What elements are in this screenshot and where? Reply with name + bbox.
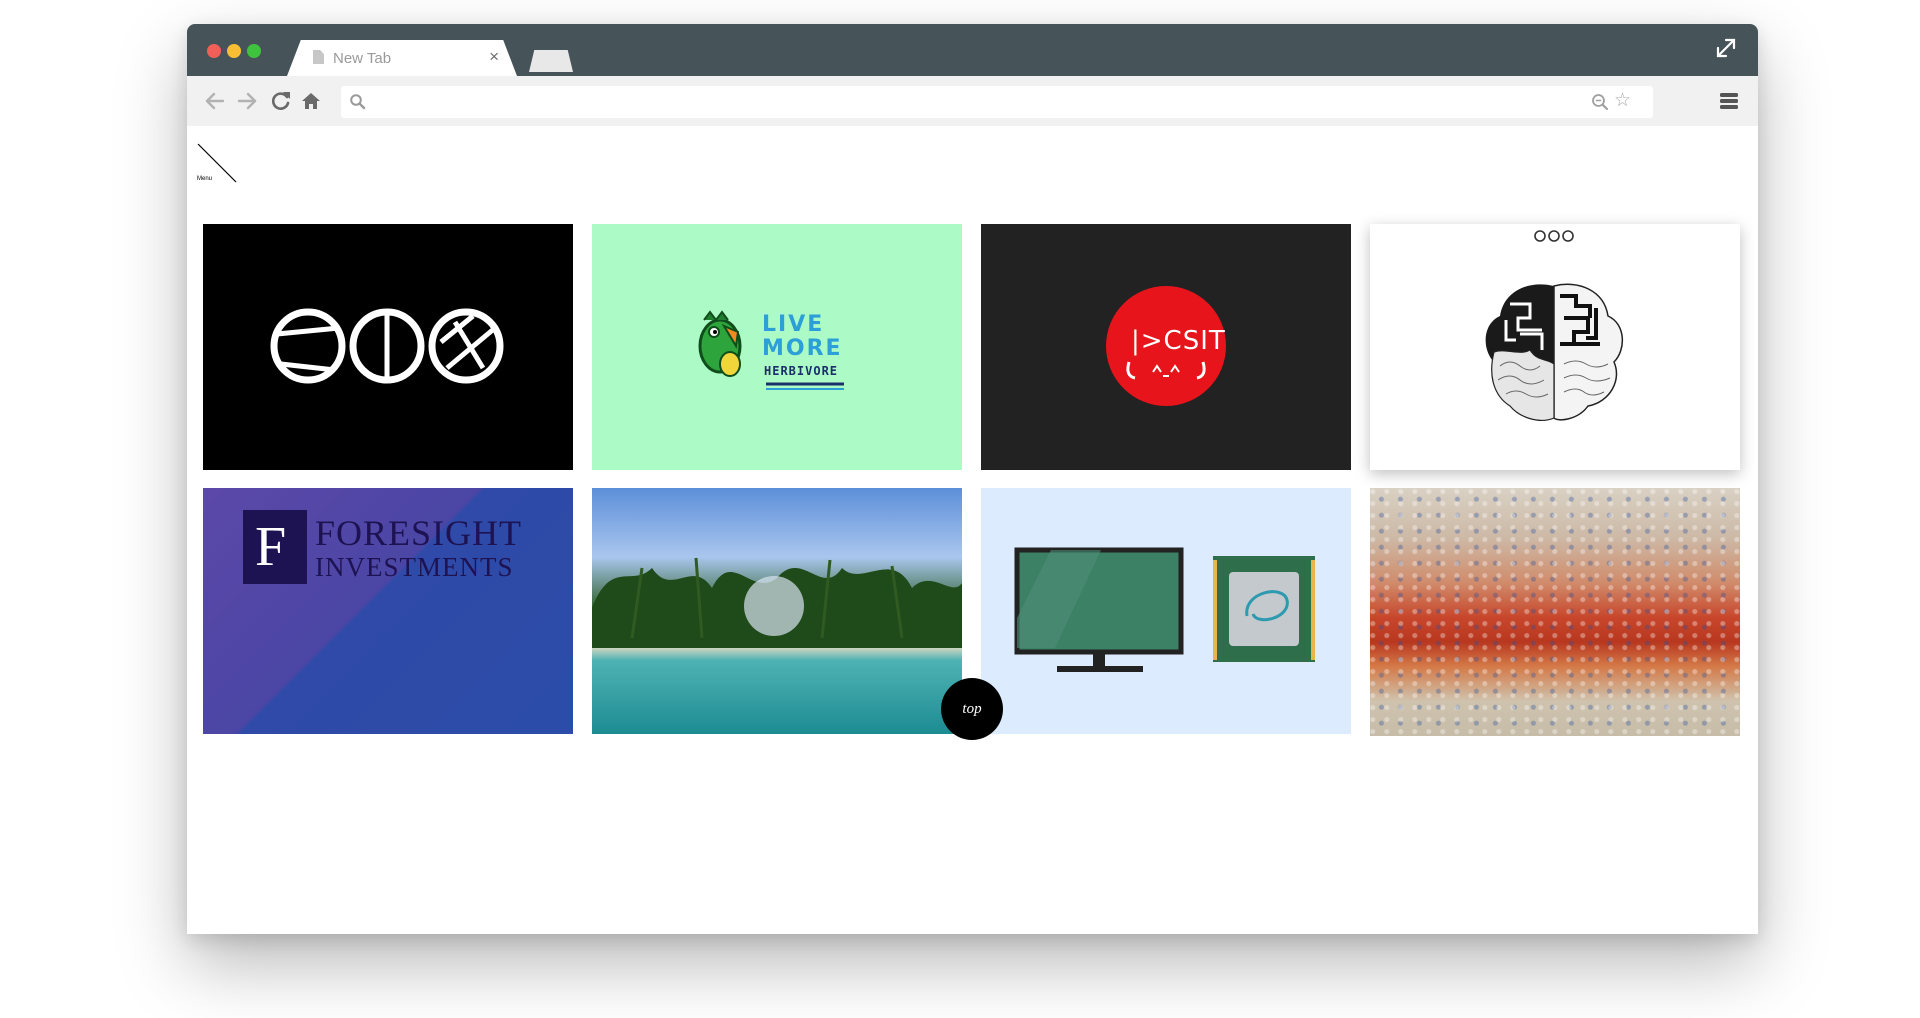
close-window-button[interactable]: [207, 44, 221, 58]
fullscreen-icon[interactable]: [1714, 36, 1738, 60]
brain-illustration-graphic: [1485, 230, 1623, 421]
title-bar: New Tab ×: [187, 24, 1758, 76]
browser-window: New Tab × ☆ Menu LIVE MORE HERBIVORE |>C…: [187, 24, 1758, 934]
home-icon[interactable]: [299, 89, 323, 113]
foresight-letter: F: [255, 516, 287, 578]
portfolio-tile-csit[interactable]: |>CSIT: [981, 224, 1351, 470]
tab-title: New Tab: [333, 50, 392, 67]
star-icon[interactable]: ☆: [1614, 91, 1631, 111]
herbivore-line3: HERBIVORE: [764, 364, 839, 378]
page-viewport: Menu LIVE MORE HERBIVORE |>CSIT F FORESI…: [187, 126, 1758, 934]
back-to-top-button[interactable]: top: [941, 678, 1003, 740]
hamburger-menu-icon[interactable]: [1718, 90, 1740, 112]
address-bar[interactable]: ☆: [341, 86, 1653, 118]
portfolio-tile-painting[interactable]: [1370, 488, 1740, 736]
forward-arrow-icon[interactable]: [235, 89, 259, 113]
foresight-line1: FORESIGHT: [315, 513, 523, 553]
search-icon: [350, 94, 366, 110]
three-circle-logo-graphic: [270, 308, 504, 384]
maximize-window-button[interactable]: [247, 44, 261, 58]
page-icon: [313, 50, 324, 64]
new-tab-button[interactable]: [529, 50, 573, 72]
zoom-icon[interactable]: [1591, 93, 1609, 111]
tab-close-icon[interactable]: ×: [489, 47, 499, 67]
island-photo-graphic: [592, 557, 962, 648]
portfolio-tile-foresight[interactable]: F FORESIGHT INVESTMENTS: [203, 488, 573, 734]
reload-icon[interactable]: [269, 89, 293, 113]
browser-tab[interactable]: New Tab ×: [287, 40, 517, 76]
foresight-line2: INVESTMENTS: [315, 552, 514, 582]
minimize-window-button[interactable]: [227, 44, 241, 58]
back-arrow-icon[interactable]: [203, 89, 227, 113]
csit-logo-text: |>CSIT: [1131, 326, 1226, 356]
portfolio-tile-brain[interactable]: [1370, 224, 1740, 470]
portfolio-tile-circle-logo[interactable]: [203, 224, 573, 470]
address-input[interactable]: [375, 86, 1555, 118]
menu-label: Menu: [197, 176, 213, 182]
browser-toolbar: ☆: [187, 76, 1758, 126]
herbivore-line2: MORE: [762, 336, 843, 361]
foresight-monogram: F: [243, 510, 307, 584]
portfolio-tile-island[interactable]: [592, 488, 962, 734]
herbivore-line1: LIVE: [762, 312, 825, 337]
monitor-cpu-graphic: [1014, 547, 1315, 672]
portfolio-tile-herbivore[interactable]: LIVE MORE HERBIVORE: [592, 224, 962, 470]
portfolio-tile-hardware[interactable]: [981, 488, 1351, 734]
